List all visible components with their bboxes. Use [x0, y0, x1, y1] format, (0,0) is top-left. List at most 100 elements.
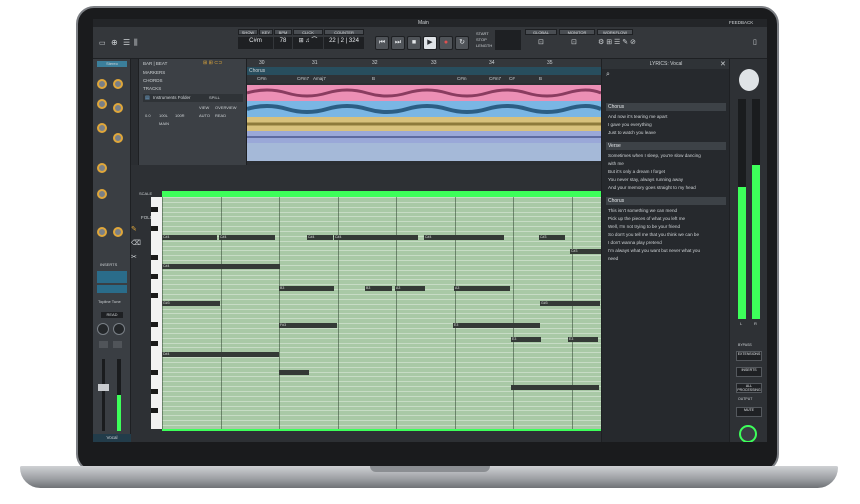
solo-button[interactable] — [113, 341, 122, 348]
insert-slot[interactable] — [97, 271, 127, 283]
midi-note[interactable]: G#3 — [162, 301, 220, 306]
lyric-line[interactable]: So don't you tell me that you think we c… — [608, 232, 728, 238]
send-b-knob[interactable] — [97, 227, 107, 237]
eraser-tool-icon[interactable]: ⌫ — [131, 239, 141, 247]
monitor-icon[interactable]: ⊡ — [571, 38, 577, 46]
pan-right-value[interactable]: 100R — [175, 113, 185, 118]
loop-range-display[interactable] — [495, 30, 521, 50]
marker-lane[interactable]: Chorus — [247, 67, 601, 75]
black-key[interactable] — [151, 293, 158, 298]
lyrics-section-header[interactable]: Chorus — [606, 197, 726, 205]
lyrics-section-header[interactable]: Chorus — [606, 103, 726, 111]
chord-8[interactable]: B — [539, 76, 542, 81]
lyric-line[interactable]: This isn't something we can mend — [608, 208, 728, 214]
bpm-button[interactable]: BPM — [274, 29, 292, 35]
chord-7[interactable]: C# — [509, 76, 515, 81]
auto-value[interactable]: READ — [215, 113, 226, 118]
lyric-line[interactable]: I don't wanna play pretend — [608, 240, 728, 246]
chord-lane[interactable]: C#m C#m7 Amaj7 B C#m C#m7 C# B — [247, 75, 601, 83]
lyric-line[interactable]: But it's only a dream I forget — [608, 169, 728, 175]
snap-icon[interactable]: ⊞ ⊞ ⊂⊃ — [203, 60, 223, 66]
piano-roll-ruler[interactable] — [162, 165, 601, 197]
counter-button[interactable]: COUNTER — [324, 29, 364, 35]
panel-toggle-icon[interactable]: ▭ — [99, 39, 106, 47]
lyrics-section-header[interactable]: Verse — [606, 142, 726, 150]
chord-6[interactable]: C#m7 — [489, 76, 501, 81]
view-value[interactable]: OVERVIEW — [215, 105, 237, 110]
volume-fader[interactable] — [98, 384, 109, 391]
eq-knob[interactable] — [113, 79, 123, 89]
midi-note[interactable]: C#3 — [570, 249, 601, 254]
automation-read-select[interactable]: READ — [101, 312, 123, 318]
pan-left-value[interactable]: 100L — [159, 113, 168, 118]
midi-note[interactable]: C#4 — [162, 235, 217, 240]
send-c-knob[interactable] — [113, 227, 123, 237]
bpm-display[interactable]: 78 — [274, 37, 292, 49]
workflow-button[interactable]: WORKFLOW — [597, 29, 633, 35]
midi-note[interactable]: B3 — [365, 286, 392, 291]
stereo-button[interactable]: Stereo — [97, 61, 127, 67]
velocity-lane[interactable] — [162, 429, 601, 442]
output-value[interactable]: MAIN — [159, 121, 169, 126]
mute-output-button[interactable]: MUTE — [736, 407, 762, 417]
all-processing-button[interactable]: ALL PROCESSING — [736, 383, 762, 393]
black-key[interactable] — [151, 273, 158, 279]
black-key[interactable] — [151, 341, 158, 346]
black-key[interactable] — [151, 254, 158, 260]
mixer-icon[interactable]: ⫼ — [134, 38, 138, 48]
chord-5[interactable]: C#m — [457, 76, 467, 81]
loop-icon[interactable]: ↻ — [455, 36, 469, 50]
lyric-line[interactable]: Well, I'm not trying to be your friend — [608, 224, 728, 230]
lyric-line[interactable]: And your memory goes straight to my head — [608, 185, 728, 191]
black-key[interactable] — [151, 321, 158, 327]
comp-knob[interactable] — [97, 99, 107, 109]
key-display[interactable]: C#m — [238, 37, 273, 49]
menu-icon[interactable]: ☰ — [123, 38, 130, 47]
black-key[interactable] — [151, 225, 158, 231]
midi-note[interactable]: A3 — [454, 286, 510, 291]
midi-note[interactable]: G#3 — [540, 301, 600, 306]
width-knob[interactable] — [113, 323, 125, 335]
inserts-button[interactable]: INSERTS — [736, 367, 762, 377]
midi-note[interactable]: B3 — [279, 286, 334, 291]
insert-slot-2[interactable] — [97, 285, 127, 293]
scale-label[interactable]: SCALE — [139, 191, 152, 196]
lyric-line[interactable]: I'm always what you want but never what … — [608, 248, 728, 254]
chord-3[interactable]: Amaj7 — [313, 76, 326, 81]
midi-note[interactable]: C#4 — [307, 235, 333, 240]
midi-note[interactable]: C#4 — [334, 235, 418, 240]
lyric-line[interactable]: You never stay, always running away — [608, 177, 728, 183]
global-button[interactable]: GLOBAL — [525, 29, 557, 35]
marker-chorus[interactable]: Chorus — [249, 68, 265, 74]
limiter-knob[interactable] — [97, 163, 107, 173]
lyric-line[interactable]: Sometimes when I sleep, you're slow danc… — [608, 153, 728, 159]
black-key[interactable] — [151, 389, 158, 394]
metronome-display[interactable]: ⊞ ♫ ⌒ — [293, 37, 323, 49]
eq-low-knob[interactable] — [113, 133, 123, 143]
close-icon[interactable]: ✕ — [720, 60, 726, 68]
folder-track[interactable]: ▤ Instruments Folder SPILL — [143, 94, 243, 102]
chord-1[interactable]: C#m — [257, 76, 267, 81]
note-grid[interactable]: C#4 C#4 C#4 C#4 C#4 C#3 C#3 C#4 B3 B3 A3 A3 G#3 G#3 F#… — [162, 197, 601, 429]
vol-value[interactable]: 0.0 — [145, 113, 151, 118]
record-icon[interactable]: ● — [439, 36, 453, 50]
play-icon[interactable]: ▶ — [423, 36, 437, 50]
lyric-line[interactable]: And now it's tearing me apart — [608, 114, 728, 120]
gain-knob[interactable] — [97, 79, 107, 89]
piano-keys[interactable] — [151, 197, 162, 429]
monitor-button[interactable]: MONITOR — [559, 29, 595, 35]
key-button[interactable]: KEY — [259, 29, 273, 35]
lyric-line[interactable]: Just to watch you leave — [608, 130, 728, 136]
eq-mid-knob[interactable] — [97, 123, 107, 133]
pencil-tool-icon[interactable]: ✎ — [131, 225, 137, 233]
black-key[interactable] — [151, 369, 158, 375]
midi-note[interactable]: C#4 — [162, 264, 280, 269]
show-button[interactable]: SHOW — [238, 29, 258, 35]
midi-note[interactable]: E3 — [568, 337, 598, 342]
lyric-line[interactable]: Pick up the pieces of what you left me — [608, 216, 728, 222]
black-key[interactable] — [151, 206, 158, 212]
counter-display[interactable]: 22 | 2 | 324 — [324, 37, 364, 49]
chord-4[interactable]: B — [372, 76, 375, 81]
midi-note[interactable]: E3 — [453, 323, 540, 328]
spill-label[interactable]: SPILL — [209, 95, 220, 100]
